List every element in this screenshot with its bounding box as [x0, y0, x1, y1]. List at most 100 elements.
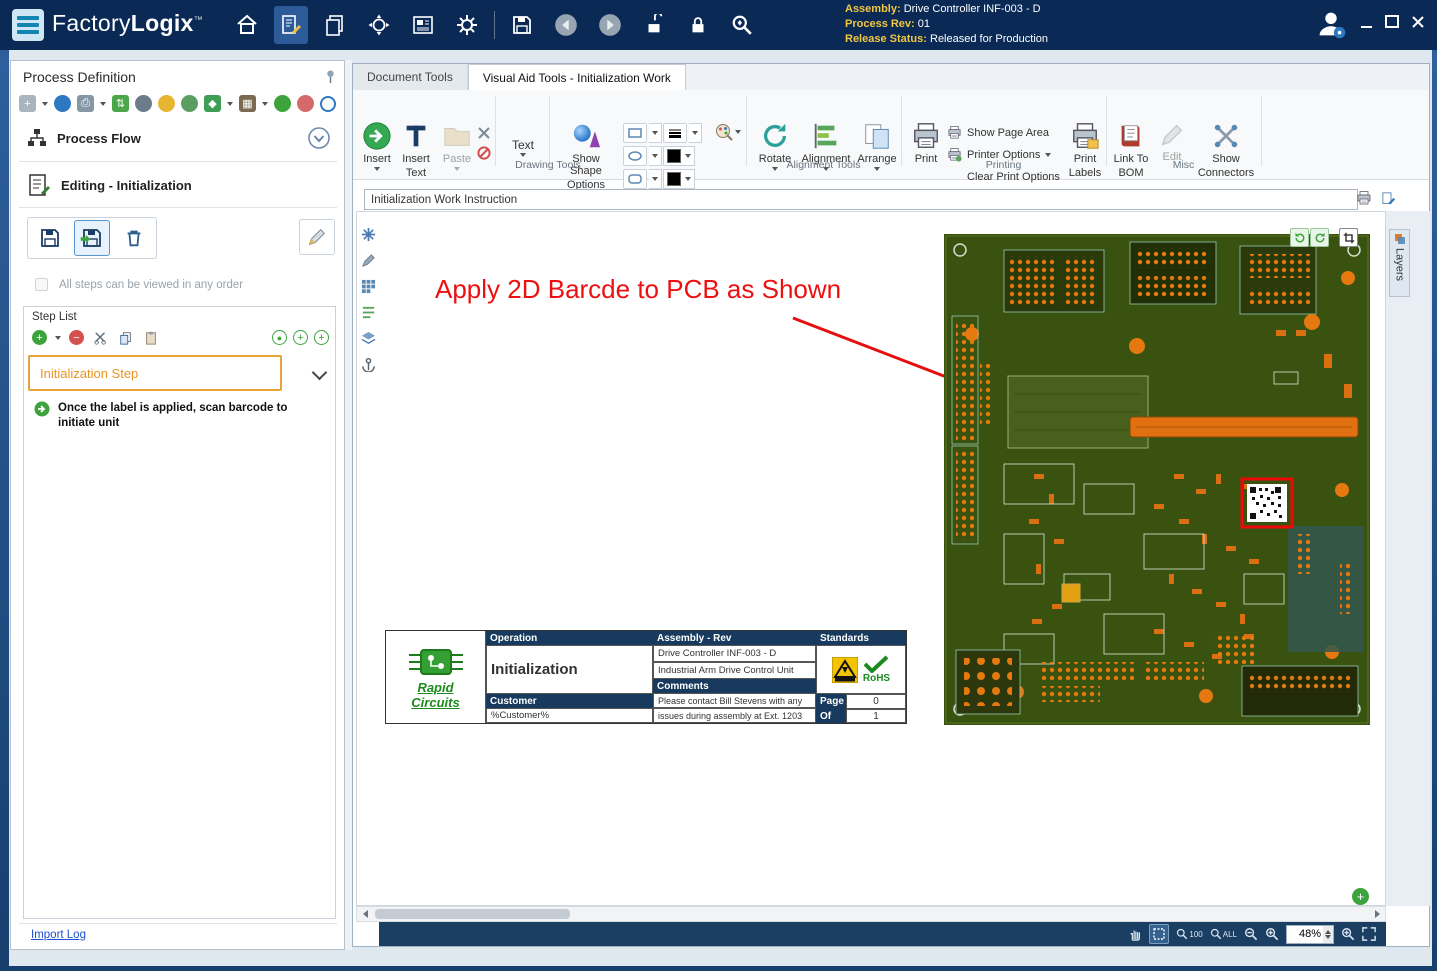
collapse-flow-icon[interactable]	[308, 127, 330, 149]
copy-icon[interactable]	[117, 329, 134, 346]
ribbon: Insert InsertText Paste Text Show ShapeO…	[353, 90, 1429, 180]
tools-icon[interactable]: ▦	[239, 95, 256, 112]
save-step-button[interactable]	[32, 220, 68, 256]
zoom-level-input[interactable]	[1287, 926, 1323, 943]
lock-icon[interactable]	[681, 6, 715, 44]
home-icon[interactable]	[230, 6, 264, 44]
remove-step-icon[interactable]: −	[69, 330, 84, 345]
fit-page-icon[interactable]	[1362, 925, 1376, 943]
work-instruction-label[interactable]: Rapid Circuits Operation Assembly - Rev …	[385, 630, 907, 724]
forward-icon	[593, 6, 627, 44]
scroll-left-button[interactable]	[357, 907, 373, 921]
save-icon[interactable]	[505, 6, 539, 44]
person-icon[interactable]	[135, 95, 152, 112]
block-icon[interactable]	[477, 146, 491, 160]
pin-icon[interactable]	[323, 69, 338, 84]
sync-icon[interactable]: ⇅	[112, 95, 129, 112]
zoom-in-icon[interactable]	[1265, 925, 1279, 943]
collapse-all-icon[interactable]: +	[314, 330, 329, 345]
canvas-right-gutter	[1386, 211, 1430, 906]
selected-step-item[interactable]: Initialization Step	[28, 355, 282, 391]
record-icon[interactable]	[320, 96, 336, 112]
line-style-icon[interactable]	[663, 123, 687, 143]
horizontal-scrollbar[interactable]	[356, 906, 1386, 922]
tab-document-tools[interactable]: Document Tools	[353, 64, 468, 90]
cut-icon[interactable]	[92, 329, 109, 346]
group-label-misc: Misc	[1106, 159, 1261, 171]
annotate-tool-icon[interactable]	[360, 252, 377, 269]
delete-step-button[interactable]	[116, 220, 152, 256]
show-page-area-button[interactable]: Show Page Area	[947, 123, 1060, 142]
crop-icon[interactable]	[1339, 228, 1358, 247]
close-button[interactable]	[1411, 16, 1425, 28]
tab-visual-aid-tools[interactable]: Visual Aid Tools - Initialization Work	[468, 64, 686, 91]
pan-hand-icon[interactable]	[1128, 925, 1142, 943]
paint-tool[interactable]	[715, 123, 741, 141]
pcb-image[interactable]	[944, 234, 1370, 725]
step-note-icon	[34, 401, 50, 417]
audit-search-icon[interactable]	[725, 6, 759, 44]
print-process-icon[interactable]: ⎙	[77, 95, 94, 112]
step-chevron-icon[interactable]	[314, 367, 325, 381]
fill-color-picker[interactable]	[663, 169, 695, 189]
settings-gear-icon[interactable]	[450, 6, 484, 44]
rotate-left-icon[interactable]	[1290, 228, 1309, 247]
text-dropdown[interactable]: Text	[501, 121, 545, 157]
rounded-dropdown-icon[interactable]	[649, 169, 662, 189]
document-title-input[interactable]	[364, 189, 1358, 210]
document-canvas[interactable]: Apply 2D Barcde to PCB as Shown	[356, 211, 1386, 906]
scroll-thumb[interactable]	[375, 909, 570, 919]
show-shape-options-button[interactable]: Show ShapeOptions	[555, 121, 617, 191]
grid-tool-icon[interactable]	[360, 278, 377, 295]
annotation-text[interactable]: Apply 2D Barcde to PCB as Shown	[435, 274, 841, 305]
wizard-icon[interactable]	[158, 95, 175, 112]
documents-icon[interactable]	[318, 6, 352, 44]
import-log-link[interactable]: Import Log	[31, 929, 86, 941]
process-editor-icon[interactable]	[274, 6, 308, 44]
add-step-icon[interactable]: +	[32, 330, 47, 345]
minimize-button[interactable]	[1359, 16, 1373, 28]
add-process-icon[interactable]: +	[19, 95, 36, 112]
zoom-100-button[interactable]: 100	[1176, 925, 1202, 943]
group-label-drawing: Drawing Tools	[353, 159, 743, 171]
rectangle-shape-icon[interactable]	[623, 123, 647, 143]
anchor-tool-icon[interactable]	[360, 356, 377, 373]
rotate-right-icon[interactable]	[1310, 228, 1329, 247]
publish-icon[interactable]	[54, 95, 71, 112]
zoom-out-icon[interactable]	[1244, 925, 1258, 943]
reports-icon[interactable]	[406, 6, 440, 44]
start-icon[interactable]	[274, 95, 291, 112]
paste-icon[interactable]	[142, 329, 159, 346]
unlock-icon[interactable]	[637, 6, 671, 44]
page-setup-icon[interactable]	[1355, 189, 1373, 207]
rectangle-dropdown-icon[interactable]	[649, 123, 662, 143]
user-icon[interactable]	[1315, 8, 1347, 40]
rounded-shape-icon[interactable]	[623, 169, 647, 189]
panel-splitter[interactable]	[345, 60, 352, 950]
edit-step-button[interactable]	[299, 219, 335, 255]
pan-tool-icon[interactable]	[360, 226, 377, 243]
team-icon[interactable]	[181, 95, 198, 112]
logo-text-line1: Rapid	[417, 681, 453, 695]
import-step-button[interactable]	[74, 220, 110, 256]
maximize-button[interactable]	[1385, 16, 1399, 28]
search-step-icon[interactable]: ●	[272, 330, 287, 345]
export-flow-icon[interactable]: ◆	[204, 95, 221, 112]
zoom-selection-icon[interactable]	[1341, 925, 1355, 943]
zoom-spinner[interactable]	[1323, 926, 1333, 943]
navigator-icon[interactable]	[362, 6, 396, 44]
edit-title-icon[interactable]	[1379, 189, 1397, 207]
delete-shape-icon[interactable]	[477, 126, 491, 140]
comments-line-1: Please contact Bill Stevens with any	[653, 693, 816, 708]
add-button[interactable]	[1352, 888, 1369, 905]
layers-tool-icon[interactable]	[360, 330, 377, 347]
line-style-dropdown-icon[interactable]	[689, 123, 702, 143]
zoom-all-button[interactable]: ALL	[1210, 925, 1237, 943]
layers-tab[interactable]: Layers	[1389, 229, 1410, 297]
list-tool-icon[interactable]	[360, 304, 377, 321]
scroll-right-button[interactable]	[1369, 907, 1385, 921]
process-definition-panel: Process Definition + ⎙ ⇅ ◆ ▦ Process Flo…	[10, 60, 345, 950]
marquee-select-icon[interactable]	[1149, 924, 1169, 944]
expand-all-icon[interactable]: +	[293, 330, 308, 345]
stop-icon[interactable]	[297, 95, 314, 112]
